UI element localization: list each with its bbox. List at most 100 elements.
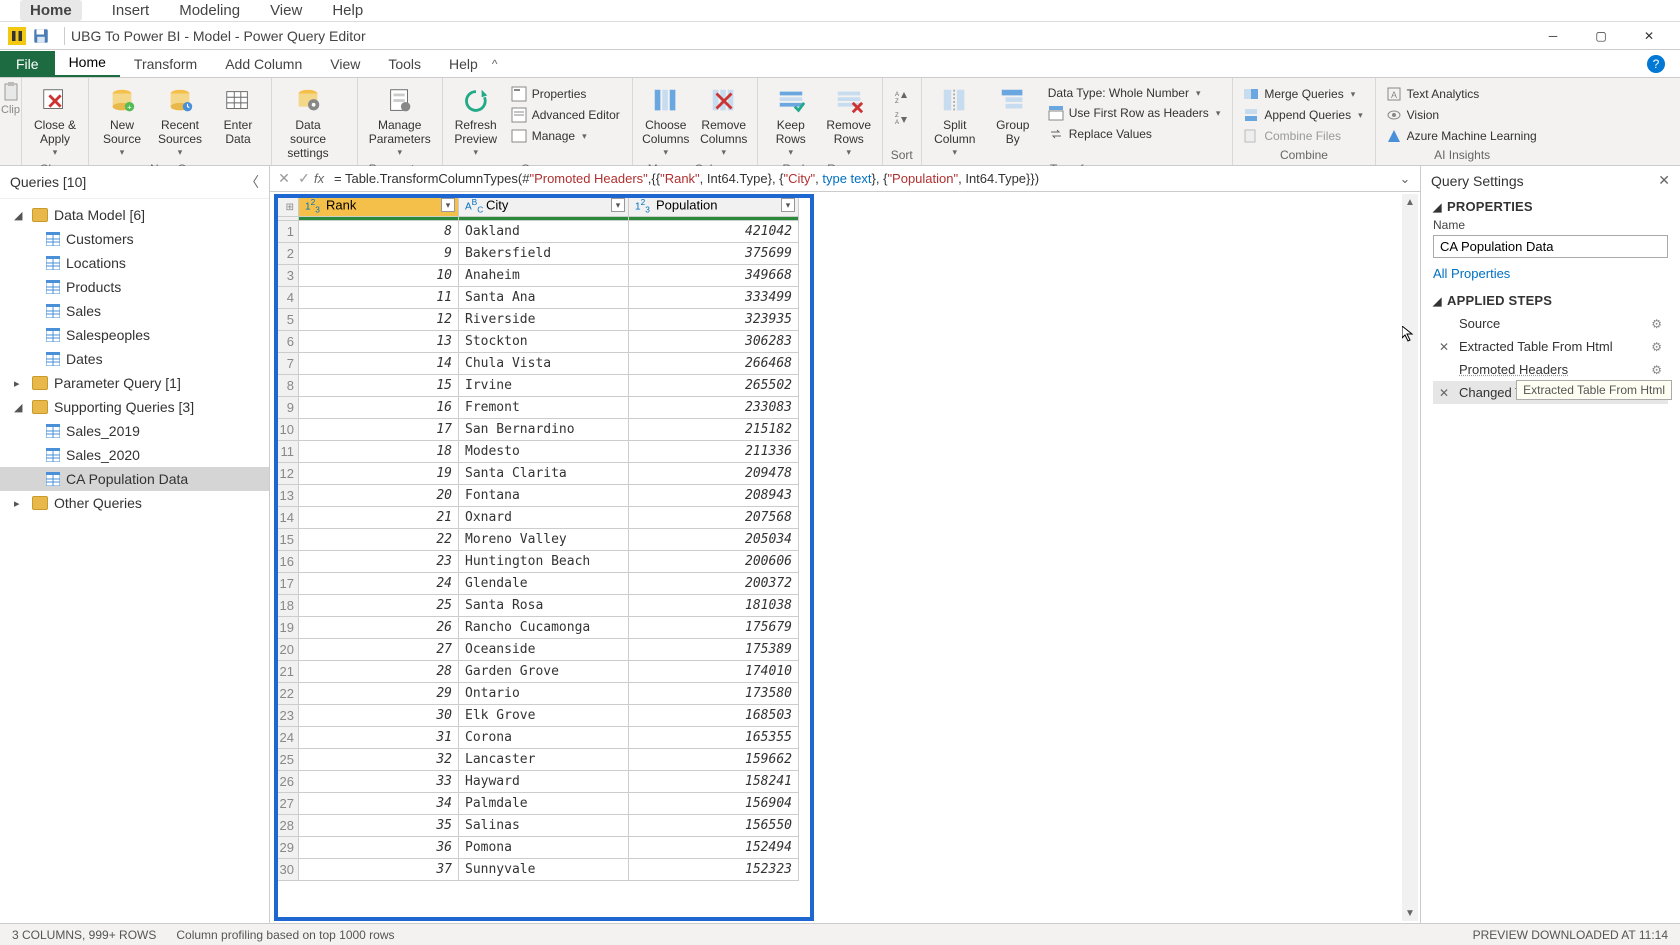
host-menu-modeling[interactable]: Modeling: [179, 2, 240, 19]
properties-section-title[interactable]: ◢PROPERTIES: [1433, 199, 1668, 214]
formula-cancel-icon[interactable]: ✕: [274, 170, 294, 187]
table-row[interactable]: 2936Pomona152494: [275, 837, 799, 859]
group-by-button[interactable]: Group By: [986, 82, 1040, 150]
manage-button[interactable]: Manage▾: [509, 127, 622, 145]
sort-desc-button[interactable]: ZA: [891, 109, 911, 127]
table-row[interactable]: 2027Oceanside175389: [275, 639, 799, 661]
remove-rows-button[interactable]: Remove Rows▾: [822, 82, 876, 160]
replace-values-button[interactable]: Replace Values: [1046, 125, 1223, 143]
append-queries-button[interactable]: Append Queries▾: [1241, 106, 1364, 124]
tab-home[interactable]: Home: [55, 49, 120, 77]
table-row[interactable]: 916Fremont233083: [275, 397, 799, 419]
data-source-settings-button[interactable]: Data source settings: [278, 82, 338, 163]
data-type-button[interactable]: Data Type: Whole Number▾: [1046, 85, 1223, 101]
table-row[interactable]: 1320Fontana208943: [275, 485, 799, 507]
table-row[interactable]: 2835Salinas156550: [275, 815, 799, 837]
query-item[interactable]: Sales: [0, 299, 269, 323]
query-item[interactable]: Locations: [0, 251, 269, 275]
minimize-button[interactable]: ─: [1530, 23, 1576, 49]
manage-parameters-button[interactable]: Manage Parameters▾: [364, 82, 436, 160]
query-item[interactable]: Products: [0, 275, 269, 299]
advanced-editor-button[interactable]: Advanced Editor: [509, 106, 622, 124]
query-item[interactable]: Customers: [0, 227, 269, 251]
query-item[interactable]: Sales_2020: [0, 443, 269, 467]
formula-expand-icon[interactable]: ⌄: [1394, 171, 1416, 187]
merge-queries-button[interactable]: Merge Queries▾: [1241, 85, 1364, 103]
query-item[interactable]: Sales_2019: [0, 419, 269, 443]
vision-button[interactable]: Vision: [1384, 106, 1539, 124]
keep-rows-button[interactable]: Keep Rows▾: [764, 82, 818, 160]
table-row[interactable]: 29Bakersfield375699: [275, 243, 799, 265]
applied-step[interactable]: Promoted Headers⚙Extracted Table From Ht…: [1433, 358, 1668, 381]
text-analytics-button[interactable]: AText Analytics: [1384, 85, 1539, 103]
first-row-headers-button[interactable]: Use First Row as Headers▾: [1046, 104, 1223, 122]
table-row[interactable]: 411Santa Ana333499: [275, 287, 799, 309]
table-row[interactable]: 1926Rancho Cucamonga175679: [275, 617, 799, 639]
scroll-up-icon[interactable]: ▲: [1402, 194, 1418, 210]
row-header-corner[interactable]: ⊞: [275, 195, 299, 217]
table-row[interactable]: 3037Sunnyvale152323: [275, 859, 799, 881]
table-row[interactable]: 2128Garden Grove174010: [275, 661, 799, 683]
properties-button[interactable]: Properties: [509, 85, 622, 103]
host-menu-home[interactable]: Home: [20, 0, 82, 21]
table-row[interactable]: 1118Modesto211336: [275, 441, 799, 463]
host-menu-insert[interactable]: Insert: [112, 2, 150, 19]
query-group[interactable]: ▸Other Queries: [0, 491, 269, 515]
ribbon-expand-icon[interactable]: ^: [492, 57, 498, 71]
table-row[interactable]: 613Stockton306283: [275, 331, 799, 353]
tab-view[interactable]: View: [316, 51, 374, 77]
query-item[interactable]: Salespeoples: [0, 323, 269, 347]
formula-text[interactable]: = Table.TransformColumnTypes(#"Promoted …: [334, 171, 1394, 187]
table-row[interactable]: 2734Palmdale156904: [275, 793, 799, 815]
help-icon[interactable]: ?: [1647, 55, 1665, 73]
data-grid[interactable]: ⊞123Rank▾ABCCity▾123Population▾18Oakland…: [274, 194, 1400, 921]
collapse-queries-icon[interactable]: 〈: [245, 172, 259, 192]
column-header[interactable]: 123Population▾: [629, 195, 799, 217]
column-header[interactable]: 123Rank▾: [299, 195, 459, 217]
enter-data-button[interactable]: Enter Data: [211, 82, 265, 150]
table-row[interactable]: 1825Santa Rosa181038: [275, 595, 799, 617]
table-row[interactable]: 815Irvine265502: [275, 375, 799, 397]
table-row[interactable]: 310Anaheim349668: [275, 265, 799, 287]
table-row[interactable]: 714Chula Vista266468: [275, 353, 799, 375]
tab-tools[interactable]: Tools: [374, 51, 435, 77]
table-row[interactable]: 2229Ontario173580: [275, 683, 799, 705]
table-row[interactable]: 1219Santa Clarita209478: [275, 463, 799, 485]
refresh-preview-button[interactable]: Refresh Preview▾: [449, 82, 503, 160]
table-row[interactable]: 1522Moreno Valley205034: [275, 529, 799, 551]
choose-columns-button[interactable]: Choose Columns▾: [639, 82, 693, 160]
sort-asc-button[interactable]: AZ: [891, 88, 911, 106]
new-source-button[interactable]: + New Source▾: [95, 82, 149, 160]
query-item[interactable]: Dates: [0, 347, 269, 371]
maximize-button[interactable]: ▢: [1578, 23, 1624, 49]
query-group[interactable]: ◢Data Model [6]: [0, 203, 269, 227]
formula-accept-icon[interactable]: ✓: [294, 170, 314, 187]
table-row[interactable]: 512Riverside323935: [275, 309, 799, 331]
applied-step[interactable]: Source⚙: [1433, 312, 1668, 335]
recent-sources-button[interactable]: Recent Sources▾: [153, 82, 207, 160]
table-row[interactable]: 1724Glendale200372: [275, 573, 799, 595]
close-settings-icon[interactable]: ✕: [1658, 172, 1670, 189]
host-menu-view[interactable]: View: [270, 2, 302, 19]
table-row[interactable]: 1421Oxnard207568: [275, 507, 799, 529]
tab-transform[interactable]: Transform: [120, 51, 211, 77]
applied-step[interactable]: ✕Extracted Table From Html⚙: [1433, 335, 1668, 358]
file-tab[interactable]: File: [0, 51, 55, 77]
tab-add-column[interactable]: Add Column: [211, 51, 316, 77]
remove-columns-button[interactable]: Remove Columns▾: [697, 82, 751, 160]
table-row[interactable]: 2330Elk Grove168503: [275, 705, 799, 727]
applied-steps-title[interactable]: ◢APPLIED STEPS: [1433, 293, 1668, 308]
table-row[interactable]: 1623Huntington Beach200606: [275, 551, 799, 573]
table-row[interactable]: 2633Hayward158241: [275, 771, 799, 793]
close-button[interactable]: ✕: [1626, 23, 1672, 49]
close-apply-button[interactable]: Close & Apply▾: [28, 82, 82, 160]
azure-ml-button[interactable]: Azure Machine Learning: [1384, 127, 1539, 145]
query-group[interactable]: ▸Parameter Query [1]: [0, 371, 269, 395]
table-row[interactable]: 18Oakland421042: [275, 221, 799, 243]
vertical-scrollbar[interactable]: ▲ ▼: [1402, 194, 1418, 921]
query-name-input[interactable]: [1433, 235, 1668, 258]
save-icon[interactable]: [32, 27, 50, 45]
table-row[interactable]: 1017San Bernardino215182: [275, 419, 799, 441]
split-column-button[interactable]: Split Column▾: [928, 82, 982, 160]
all-properties-link[interactable]: All Properties: [1433, 266, 1510, 281]
